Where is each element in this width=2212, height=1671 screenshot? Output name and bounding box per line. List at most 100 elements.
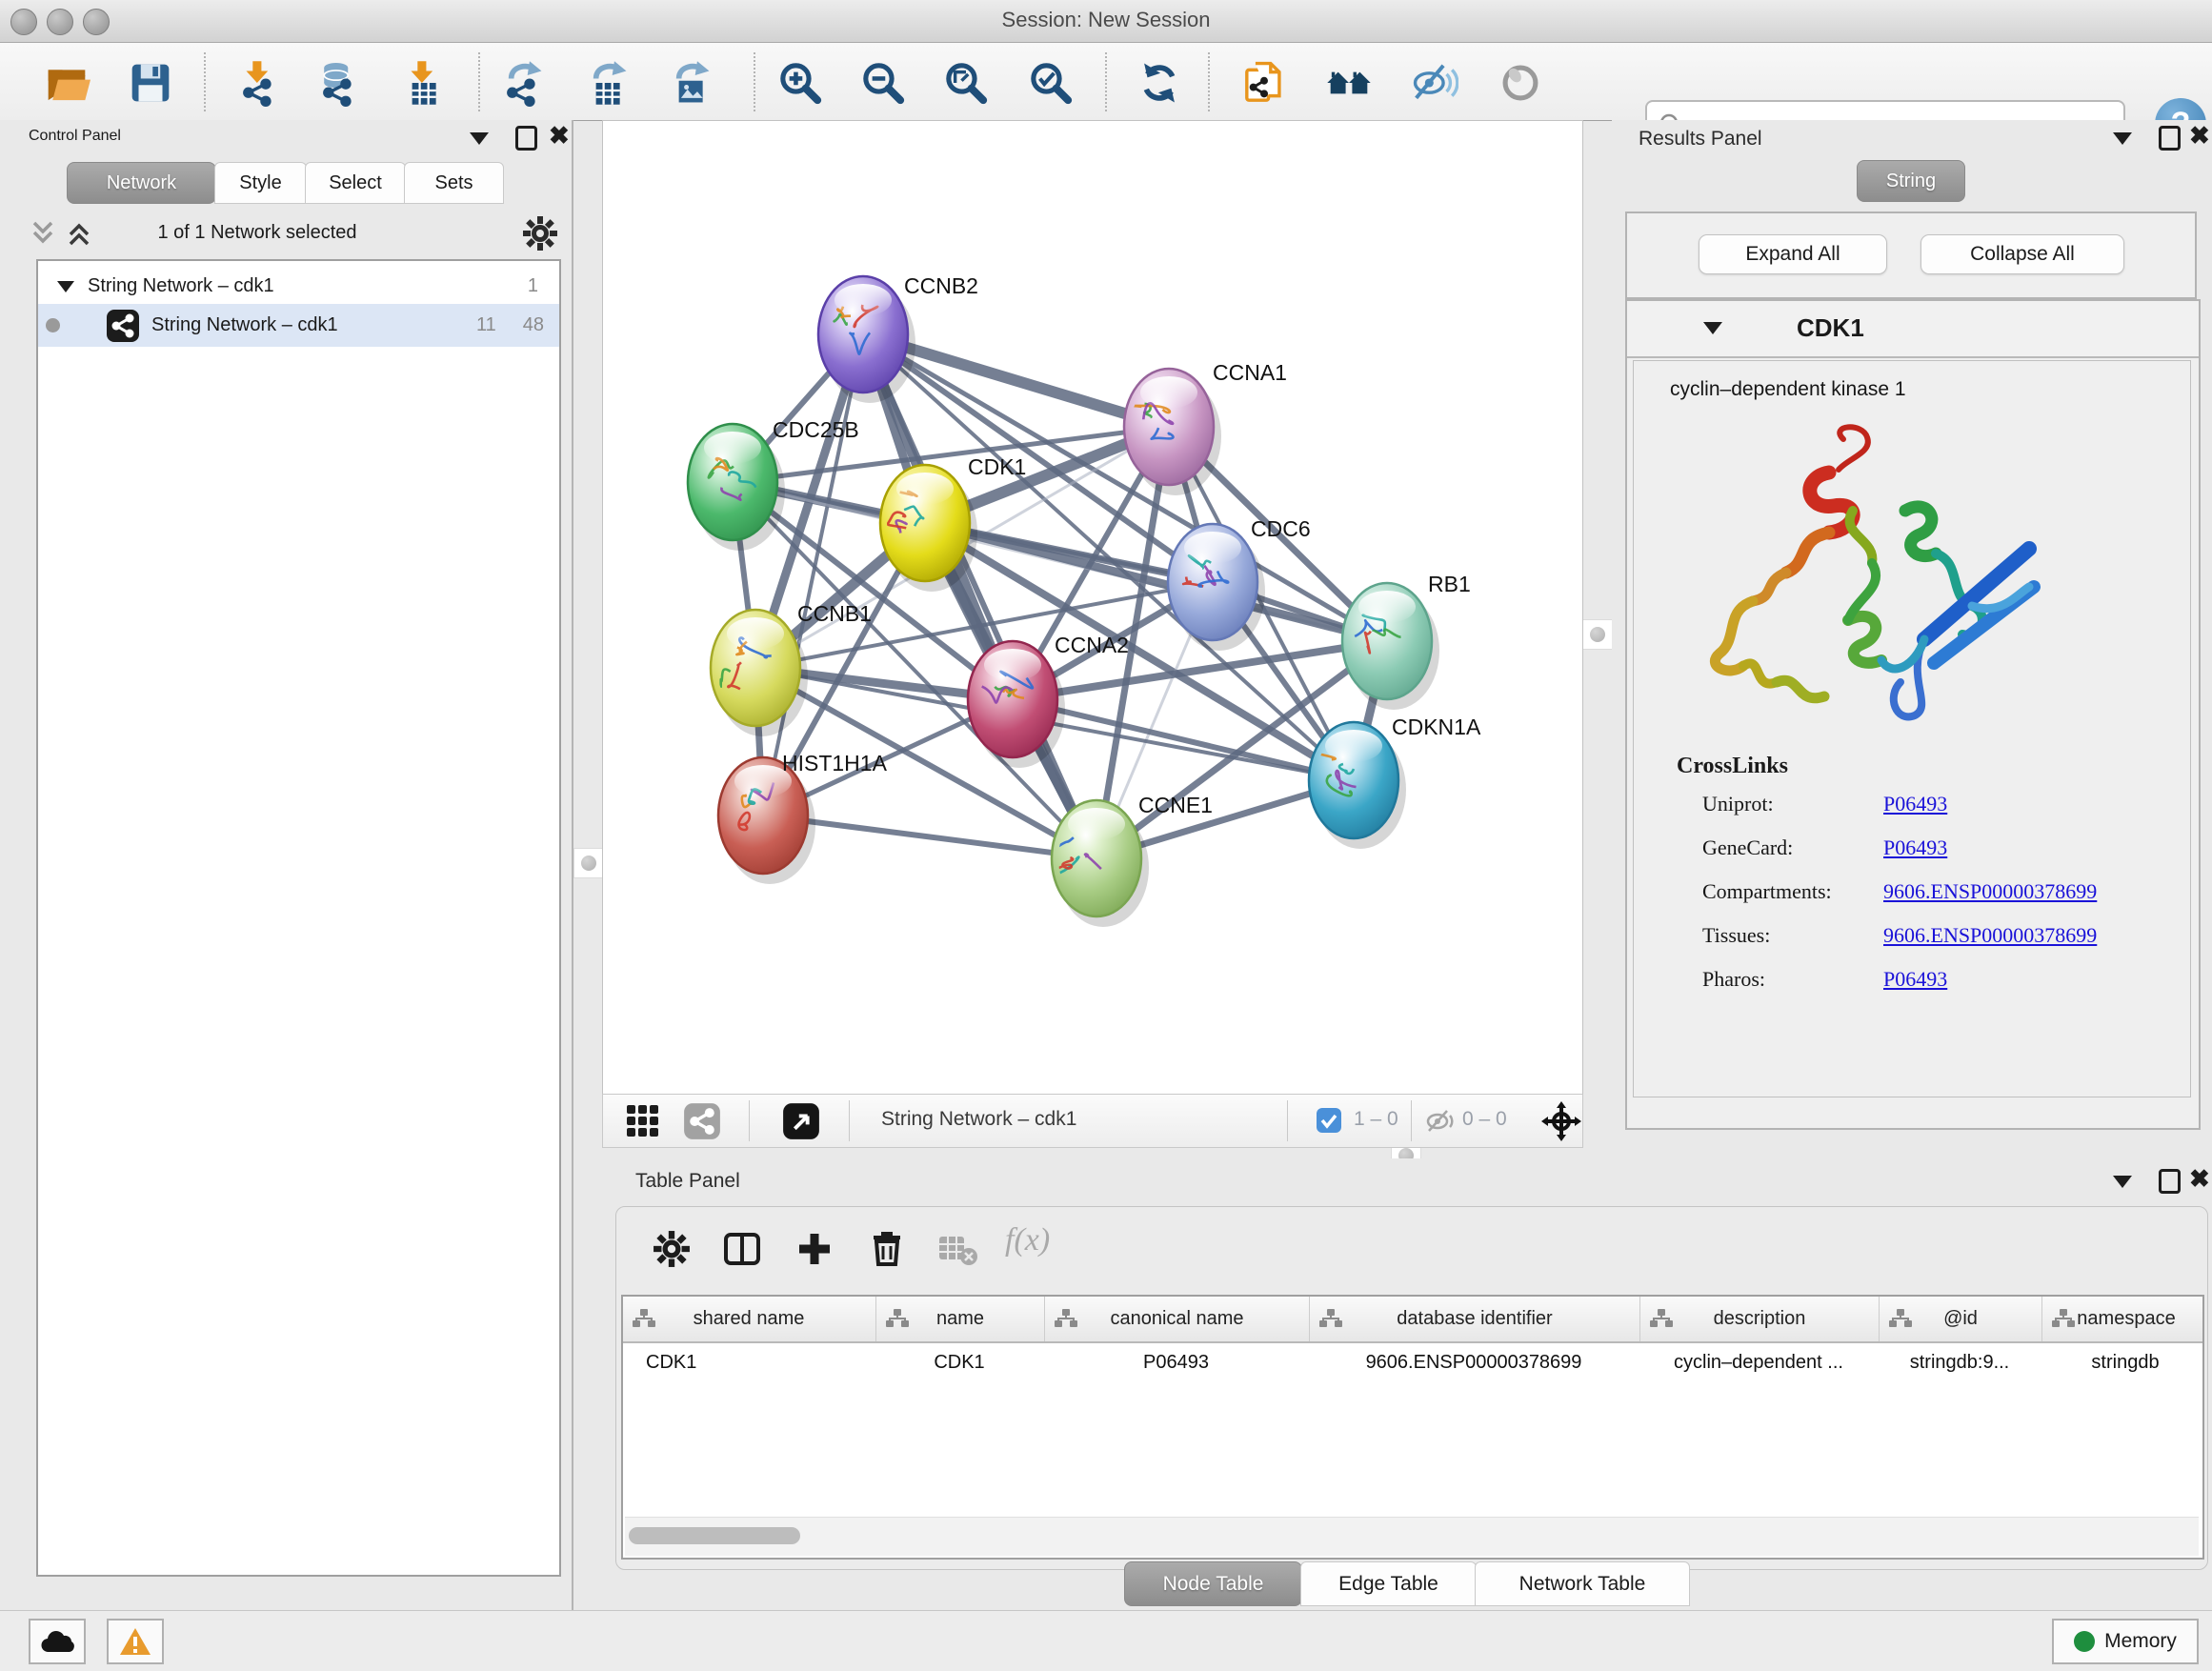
- tab-node-table[interactable]: Node Table: [1124, 1561, 1302, 1606]
- home-icon[interactable]: [1322, 56, 1376, 110]
- column-header-name[interactable]: name: [875, 1297, 1044, 1341]
- save-session-icon[interactable]: [124, 56, 177, 110]
- node-RB1[interactable]: RB1: [1342, 572, 1471, 710]
- network-graph[interactable]: CCNB2 CCNA1 CDC25B CDK1 CDC6 RB1 CCNB1: [603, 121, 1582, 1095]
- tab-sets[interactable]: Sets: [404, 162, 504, 204]
- zoom-fit-icon[interactable]: [939, 56, 993, 110]
- network-options-gear-icon[interactable]: [522, 215, 558, 256]
- node-HIST1H1A[interactable]: HIST1H1A: [718, 751, 888, 884]
- node-CDKN1A[interactable]: CDKN1A: [1309, 715, 1481, 849]
- show-all-icon[interactable]: [1494, 56, 1547, 110]
- fit-content-crosshair-icon[interactable]: [1540, 1100, 1582, 1147]
- crosslink-link[interactable]: 9606.ENSP00000378699: [1883, 879, 2097, 904]
- node-CCNE1[interactable]: CCNE1: [1048, 793, 1213, 927]
- cell-namespace[interactable]: stringdb: [2041, 1341, 2209, 1384]
- panel-menu-icon[interactable]: [2113, 132, 2132, 145]
- column-header-description[interactable]: description: [1639, 1297, 1879, 1341]
- expand-all-button[interactable]: Expand All: [1699, 234, 1887, 274]
- panel-menu-icon[interactable]: [2113, 1176, 2132, 1188]
- export-image-icon[interactable]: [663, 56, 716, 110]
- node-CCNA1[interactable]: CCNA1: [1124, 360, 1287, 495]
- node-label-CCNA2: CCNA2: [1055, 633, 1129, 657]
- cell-shared-name[interactable]: CDK1: [623, 1341, 897, 1384]
- node-table[interactable]: shared namenamecanonical namedatabase id…: [621, 1295, 2204, 1560]
- tab-edge-table[interactable]: Edge Table: [1300, 1561, 1477, 1606]
- crosslink-link[interactable]: 9606.ENSP00000378699: [1883, 923, 2097, 948]
- node-CCNA2[interactable]: CCNA2: [968, 633, 1129, 768]
- open-session-icon[interactable]: [40, 56, 93, 110]
- collection-label: String Network – cdk1: [88, 275, 528, 297]
- close-panel-icon[interactable]: ✖: [2189, 1169, 2210, 1188]
- close-panel-icon[interactable]: ✖: [549, 126, 570, 145]
- share-document-icon[interactable]: [1237, 56, 1291, 110]
- birds-eye-view-icon[interactable]: [626, 1104, 660, 1143]
- vertical-splitter-left[interactable]: [573, 848, 604, 878]
- float-panel-icon[interactable]: [2159, 126, 2181, 151]
- panel-menu-icon[interactable]: [470, 132, 489, 145]
- table-horizontal-scrollbar[interactable]: [625, 1517, 2199, 1556]
- delete-column-icon[interactable]: [868, 1228, 906, 1273]
- string-app-icon: [106, 309, 140, 343]
- import-database-icon[interactable]: [312, 56, 365, 110]
- collection-count: 1: [528, 275, 538, 297]
- scrollbar-thumb[interactable]: [629, 1527, 800, 1544]
- automation-cloud-button[interactable]: [29, 1619, 86, 1664]
- crosslink-link[interactable]: P06493: [1883, 967, 1947, 992]
- tab-network[interactable]: Network: [67, 162, 216, 204]
- tab-network-table[interactable]: Network Table: [1475, 1561, 1690, 1606]
- cell-database-identifier[interactable]: 9606.ENSP00000378699: [1309, 1341, 1639, 1384]
- export-network-icon[interactable]: [495, 56, 549, 110]
- refresh-icon[interactable]: [1133, 56, 1186, 110]
- node-CCNB2[interactable]: CCNB2: [818, 273, 978, 403]
- zoom-in-icon[interactable]: [774, 56, 827, 110]
- memory-button[interactable]: Memory: [2052, 1619, 2199, 1664]
- network-canvas[interactable]: CCNB2 CCNA1 CDC25B CDK1 CDC6 RB1 CCNB1: [602, 120, 1583, 1096]
- selected-node-edge-counts: 1 – 0: [1354, 1108, 1398, 1131]
- node-label-CCNE1: CCNE1: [1138, 793, 1213, 817]
- network-node-count: 11: [476, 314, 496, 336]
- column-header-namespace[interactable]: namespace: [2041, 1297, 2210, 1341]
- collection-expander-icon[interactable]: [57, 281, 74, 292]
- column-header-canonical-name[interactable]: canonical name: [1044, 1297, 1309, 1341]
- crosslink-label: Uniprot:: [1702, 792, 1774, 816]
- crosslink-link[interactable]: P06493: [1883, 836, 1947, 860]
- gene-entry-header[interactable]: CDK1: [1627, 301, 2199, 358]
- network-edge-count: 48: [523, 314, 544, 336]
- column-header-@id[interactable]: @id: [1879, 1297, 2041, 1341]
- tab-select[interactable]: Select: [305, 162, 406, 204]
- vertical-splitter-right[interactable]: [1582, 619, 1613, 650]
- column-header-database-identifier[interactable]: database identifier: [1309, 1297, 1639, 1341]
- cell-@id[interactable]: stringdb:9...: [1879, 1341, 2041, 1384]
- open-in-window-icon[interactable]: [782, 1102, 820, 1145]
- toolbar-separator: [1105, 52, 1107, 111]
- show-columns-icon[interactable]: [723, 1230, 761, 1273]
- import-network-icon[interactable]: [231, 56, 285, 110]
- network-row[interactable]: String Network – cdk1 11 48: [38, 304, 559, 347]
- collapse-all-button[interactable]: Collapse All: [1920, 234, 2124, 274]
- crosslink-link[interactable]: P06493: [1883, 792, 1947, 816]
- apply-function-icon: f(x): [1005, 1222, 1050, 1258]
- float-panel-icon[interactable]: [2159, 1169, 2181, 1194]
- close-panel-icon[interactable]: ✖: [2189, 126, 2210, 145]
- warnings-button[interactable]: [107, 1619, 164, 1664]
- table-options-gear-icon[interactable]: [653, 1230, 691, 1273]
- table-panel-title: Table Panel: [635, 1170, 740, 1193]
- selected-checkbox-icon[interactable]: [1316, 1107, 1342, 1138]
- network-collection-row[interactable]: String Network – cdk1 1: [38, 265, 559, 308]
- export-table-icon[interactable]: [580, 56, 633, 110]
- create-column-icon[interactable]: [795, 1230, 834, 1273]
- zoom-out-icon[interactable]: [856, 56, 910, 110]
- column-header-shared-name[interactable]: shared name: [623, 1297, 875, 1341]
- import-table-icon[interactable]: [396, 56, 450, 110]
- cell-description[interactable]: cyclin–dependent ...: [1639, 1341, 1878, 1384]
- float-panel-icon[interactable]: [515, 126, 537, 151]
- cell-canonical-name[interactable]: P06493: [1044, 1341, 1308, 1384]
- hide-selected-icon[interactable]: [1408, 56, 1461, 110]
- zoom-selected-icon[interactable]: [1024, 56, 1077, 110]
- entry-expander-icon[interactable]: [1703, 322, 1722, 334]
- tab-string[interactable]: String: [1857, 160, 1965, 202]
- string-view-icon[interactable]: [683, 1102, 721, 1145]
- cell-name[interactable]: CDK1: [875, 1341, 1043, 1384]
- tab-style[interactable]: Style: [214, 162, 307, 204]
- results-panel: Results Panel ✖ String Expand All Collap…: [1612, 120, 2212, 1149]
